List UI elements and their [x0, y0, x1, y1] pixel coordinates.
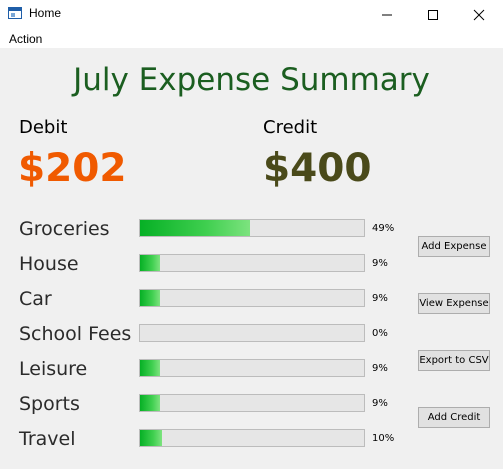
progress-fill-groceries: [140, 220, 250, 236]
category-label-groceries: Groceries: [19, 218, 110, 240]
category-label-school-fees: School Fees: [19, 323, 132, 345]
progress-fill-sports: [140, 395, 161, 411]
progress-bar-house: [139, 254, 365, 272]
view-expense-button[interactable]: View Expense: [418, 293, 490, 314]
category-label-house: House: [19, 253, 79, 275]
maximize-button[interactable]: [410, 0, 456, 29]
app-window-icon: [8, 7, 22, 19]
close-button[interactable]: [456, 0, 502, 29]
percent-school-fees: 0%: [372, 328, 388, 339]
progress-bar-travel: [139, 429, 365, 447]
category-label-sports: Sports: [19, 393, 80, 415]
progress-fill-travel: [140, 430, 163, 446]
progress-bar-school-fees: [139, 324, 365, 342]
category-label-travel: Travel: [19, 428, 76, 450]
minimize-button[interactable]: [364, 0, 410, 29]
progress-fill-car: [140, 290, 161, 306]
debit-label: Debit: [19, 117, 68, 138]
menu-action[interactable]: Action: [9, 32, 42, 46]
export-csv-button[interactable]: Export to CSV: [418, 350, 490, 371]
menu-bar: Action: [0, 29, 503, 48]
percent-travel: 10%: [372, 433, 395, 444]
progress-bar-leisure: [139, 359, 365, 377]
progress-bar-car: [139, 289, 365, 307]
add-expense-button[interactable]: Add Expense: [418, 236, 490, 257]
window-title: Home: [29, 6, 62, 20]
percent-leisure: 9%: [372, 363, 388, 374]
percent-house: 9%: [372, 258, 388, 269]
category-label-leisure: Leisure: [19, 358, 88, 380]
debit-amount: $202: [18, 146, 127, 191]
close-icon: [473, 9, 485, 20]
title-bar: Home: [0, 0, 503, 29]
progress-bar-sports: [139, 394, 365, 412]
percent-sports: 9%: [372, 398, 388, 409]
page-title: July Expense Summary: [73, 62, 430, 98]
credit-amount: $400: [263, 146, 372, 191]
minimize-icon: [382, 14, 392, 15]
progress-fill-house: [140, 255, 161, 271]
category-label-car: Car: [19, 288, 52, 310]
progress-fill-leisure: [140, 360, 161, 376]
add-credit-button[interactable]: Add Credit: [418, 407, 490, 428]
percent-car: 9%: [372, 293, 388, 304]
maximize-icon: [428, 9, 438, 20]
credit-label: Credit: [263, 117, 318, 138]
percent-groceries: 49%: [372, 223, 395, 234]
progress-bar-groceries: [139, 219, 365, 237]
